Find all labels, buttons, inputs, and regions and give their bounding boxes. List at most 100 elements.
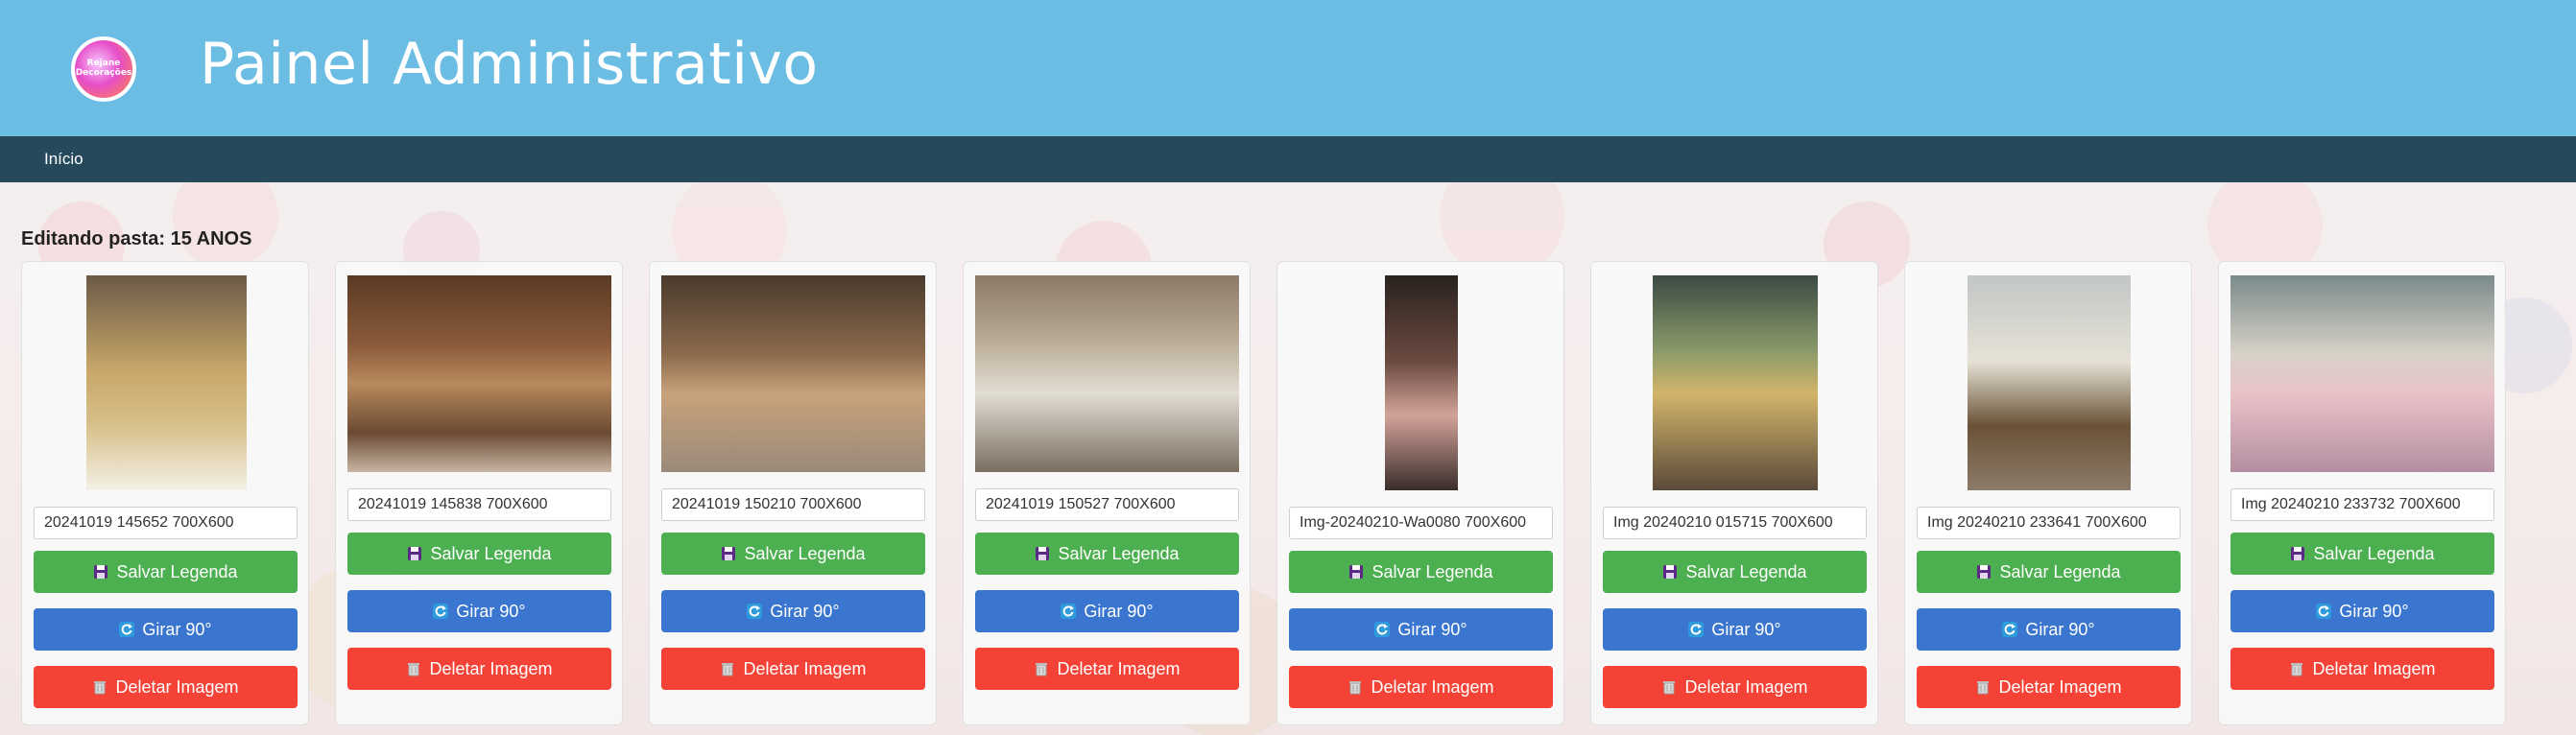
rotate-image-button-label: Girar 90° bbox=[2025, 619, 2095, 639]
rotate-image-button-label: Girar 90° bbox=[2339, 601, 2409, 621]
folder-heading: Editando pasta: 15 ANOS bbox=[21, 228, 252, 249]
rotate-image-button[interactable]: Girar 90° bbox=[1603, 608, 1867, 651]
trash-icon bbox=[2289, 661, 2304, 676]
rotate-image-button-label: Girar 90° bbox=[456, 601, 526, 621]
image-card: Salvar Legenda Girar 90° Deletar Imagem bbox=[1276, 261, 1564, 725]
floppy-disk-icon bbox=[1348, 564, 1364, 580]
delete-image-button[interactable]: Deletar Imagem bbox=[34, 666, 298, 708]
save-caption-button-label: Salvar Legenda bbox=[1685, 561, 1807, 581]
rotate-image-button-label: Girar 90° bbox=[1711, 619, 1781, 639]
trash-icon bbox=[1975, 679, 1991, 695]
thumbnail-image bbox=[1385, 275, 1458, 490]
thumbnail-image bbox=[347, 275, 611, 472]
delete-image-button-label: Deletar Imagem bbox=[2312, 658, 2436, 678]
floppy-disk-icon bbox=[721, 546, 736, 561]
thumbnail-image bbox=[975, 275, 1239, 472]
trash-icon bbox=[92, 679, 107, 695]
delete-image-button[interactable]: Deletar Imagem bbox=[975, 648, 1239, 690]
caption-input[interactable] bbox=[34, 507, 298, 539]
floppy-disk-icon bbox=[93, 564, 108, 580]
rotate-image-button[interactable]: Girar 90° bbox=[1289, 608, 1553, 651]
rotate-icon bbox=[1061, 604, 1077, 619]
delete-image-button-label: Deletar Imagem bbox=[1371, 676, 1494, 697]
caption-input[interactable] bbox=[347, 488, 611, 521]
save-caption-button-label: Salvar Legenda bbox=[1999, 561, 2121, 581]
trash-icon bbox=[406, 661, 421, 676]
image-card: Salvar Legenda Girar 90° Deletar Imagem bbox=[21, 261, 309, 725]
image-card: Salvar Legenda Girar 90° Deletar Imagem bbox=[1904, 261, 2192, 725]
rotate-image-button-label: Girar 90° bbox=[1397, 619, 1467, 639]
navbar: Início bbox=[0, 136, 2576, 182]
rotate-image-button[interactable]: Girar 90° bbox=[347, 590, 611, 632]
image-card: Salvar Legenda Girar 90° Deletar Imagem bbox=[649, 261, 937, 725]
delete-image-button-label: Deletar Imagem bbox=[1057, 658, 1181, 678]
thumbnail-image bbox=[1653, 275, 1818, 490]
caption-input[interactable] bbox=[2230, 488, 2494, 521]
caption-input[interactable] bbox=[975, 488, 1239, 521]
delete-image-button-label: Deletar Imagem bbox=[1998, 676, 2122, 697]
save-caption-button[interactable]: Salvar Legenda bbox=[661, 533, 925, 575]
rotate-icon bbox=[1374, 622, 1391, 637]
save-caption-button[interactable]: Salvar Legenda bbox=[975, 533, 1239, 575]
rotate-image-button[interactable]: Girar 90° bbox=[661, 590, 925, 632]
rotate-icon bbox=[2316, 604, 2332, 619]
save-caption-button[interactable]: Salvar Legenda bbox=[1289, 551, 1553, 593]
save-caption-button-label: Salvar Legenda bbox=[1058, 543, 1180, 563]
rotate-image-button[interactable]: Girar 90° bbox=[2230, 590, 2494, 632]
delete-image-button-label: Deletar Imagem bbox=[743, 658, 867, 678]
floppy-disk-icon bbox=[1976, 564, 1992, 580]
header-bar: Rejane Decorações Painel Administrativo bbox=[0, 0, 2576, 136]
floppy-disk-icon bbox=[1035, 546, 1050, 561]
delete-image-button[interactable]: Deletar Imagem bbox=[661, 648, 925, 690]
delete-image-button-label: Deletar Imagem bbox=[429, 658, 553, 678]
delete-image-button[interactable]: Deletar Imagem bbox=[2230, 648, 2494, 690]
trash-icon bbox=[1348, 679, 1363, 695]
rotate-image-button[interactable]: Girar 90° bbox=[34, 608, 298, 651]
delete-image-button[interactable]: Deletar Imagem bbox=[1289, 666, 1553, 708]
nav-link-inicio[interactable]: Início bbox=[44, 150, 83, 169]
caption-input[interactable] bbox=[1289, 507, 1553, 539]
thumbnail-image bbox=[2230, 275, 2494, 472]
thumbnail-image bbox=[85, 275, 247, 490]
delete-image-button-label: Deletar Imagem bbox=[1684, 676, 1808, 697]
image-card: Salvar Legenda Girar 90° Deletar Imagem bbox=[963, 261, 1251, 725]
delete-image-button[interactable]: Deletar Imagem bbox=[1917, 666, 2181, 708]
caption-input[interactable] bbox=[1603, 507, 1867, 539]
save-caption-button[interactable]: Salvar Legenda bbox=[347, 533, 611, 575]
floppy-disk-icon bbox=[2290, 546, 2305, 561]
rotate-icon bbox=[119, 622, 135, 637]
save-caption-button-label: Salvar Legenda bbox=[744, 543, 866, 563]
save-caption-button[interactable]: Salvar Legenda bbox=[34, 551, 298, 593]
rotate-image-button-label: Girar 90° bbox=[142, 619, 212, 639]
save-caption-button-label: Salvar Legenda bbox=[2313, 543, 2435, 563]
thumbnail-image bbox=[1968, 275, 2131, 490]
image-card: Salvar Legenda Girar 90° Deletar Imagem bbox=[2218, 261, 2506, 725]
delete-image-button[interactable]: Deletar Imagem bbox=[347, 648, 611, 690]
trash-icon bbox=[1661, 679, 1677, 695]
page-title: Painel Administrativo bbox=[200, 31, 819, 98]
thumbnail-image bbox=[661, 275, 925, 472]
image-card: Salvar Legenda Girar 90° Deletar Imagem bbox=[335, 261, 623, 725]
save-caption-button-label: Salvar Legenda bbox=[116, 561, 238, 581]
rotate-image-button[interactable]: Girar 90° bbox=[1917, 608, 2181, 651]
save-caption-button[interactable]: Salvar Legenda bbox=[1917, 551, 2181, 593]
rotate-image-button-label: Girar 90° bbox=[770, 601, 840, 621]
delete-image-button-label: Deletar Imagem bbox=[115, 676, 239, 697]
floppy-disk-icon bbox=[1662, 564, 1678, 580]
image-card: Salvar Legenda Girar 90° Deletar Imagem bbox=[1590, 261, 1878, 725]
save-caption-button[interactable]: Salvar Legenda bbox=[2230, 533, 2494, 575]
rotate-icon bbox=[2002, 622, 2018, 637]
trash-icon bbox=[1034, 661, 1049, 676]
rotate-icon bbox=[1688, 622, 1705, 637]
brand-logo: Rejane Decorações bbox=[71, 36, 136, 102]
rotate-image-button-label: Girar 90° bbox=[1084, 601, 1154, 621]
rotate-image-button[interactable]: Girar 90° bbox=[975, 590, 1239, 632]
trash-icon bbox=[720, 661, 735, 676]
caption-input[interactable] bbox=[1917, 507, 2181, 539]
save-caption-button[interactable]: Salvar Legenda bbox=[1603, 551, 1867, 593]
logo-text: Rejane Decorações bbox=[75, 59, 132, 78]
delete-image-button[interactable]: Deletar Imagem bbox=[1603, 666, 1867, 708]
rotate-icon bbox=[747, 604, 763, 619]
rotate-icon bbox=[433, 604, 449, 619]
caption-input[interactable] bbox=[661, 488, 925, 521]
